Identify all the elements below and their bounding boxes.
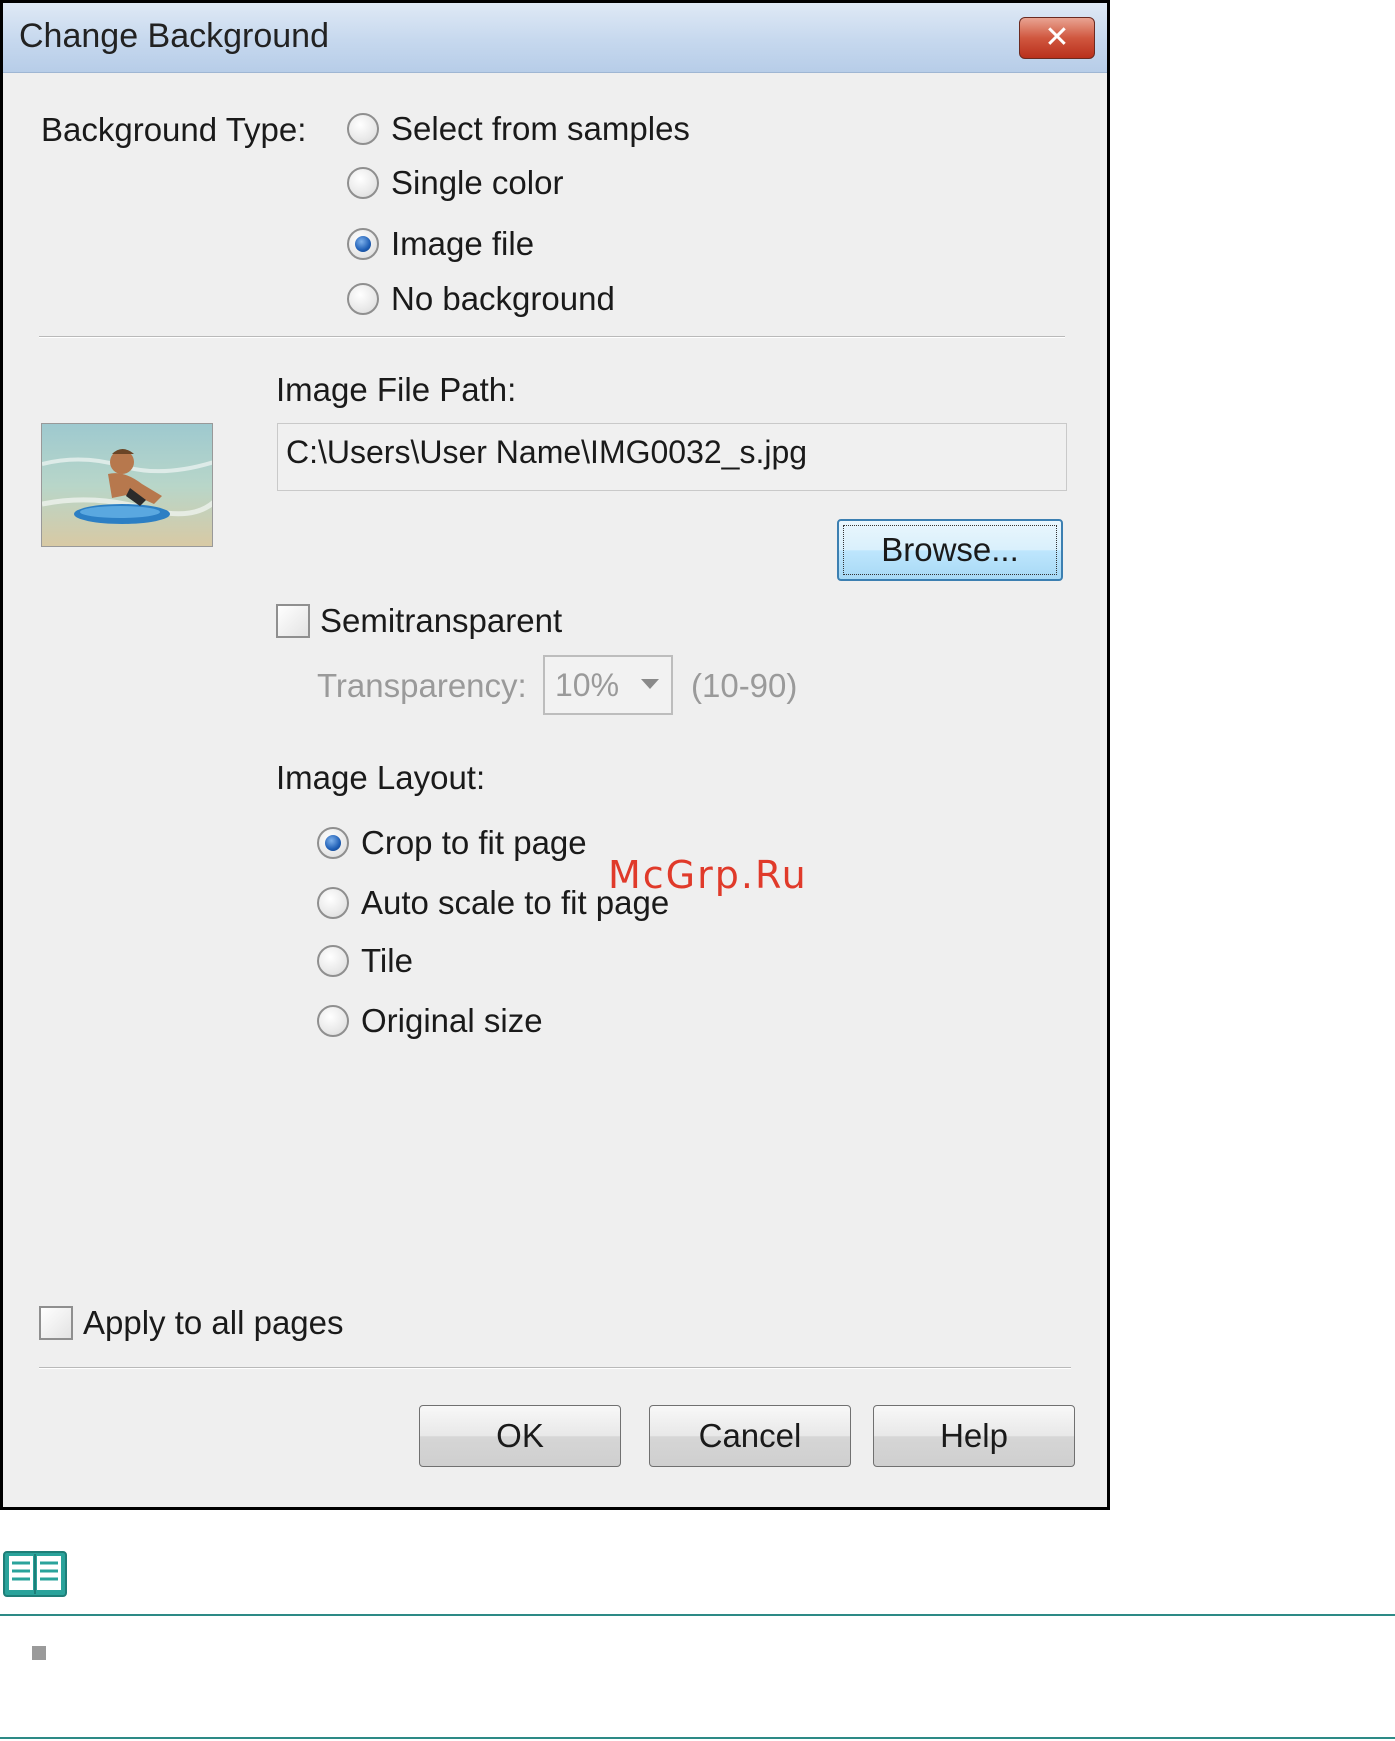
transparency-value: 10% <box>555 667 620 703</box>
radio-label: Select from samples <box>391 110 690 147</box>
radio-button[interactable] <box>347 113 379 145</box>
separator <box>39 336 1065 338</box>
semitransparent-checkbox-row[interactable]: Semitransparent <box>276 599 562 643</box>
image-file-path-label: Image File Path: <box>276 371 517 408</box>
radio-label: Tile <box>361 942 413 979</box>
transparency-range: (10-90) <box>691 667 798 704</box>
background-type-label: Background Type: <box>41 111 307 148</box>
radio-label: Original size <box>361 1002 543 1039</box>
background-thumbnail <box>41 423 213 547</box>
watermark-text: McGrp.Ru <box>608 853 808 897</box>
title-bar: Change Background ✕ <box>3 3 1107 73</box>
semitransparent-checkbox[interactable] <box>276 604 310 638</box>
radio-label: Single color <box>391 164 564 201</box>
transparency-label: Transparency: <box>317 667 527 704</box>
radio-select-from-samples[interactable]: Select from samples <box>347 107 690 151</box>
book-icon <box>2 1548 68 1605</box>
cancel-button[interactable]: Cancel <box>649 1405 851 1467</box>
semitransparent-label: Semitransparent <box>320 602 563 639</box>
change-background-dialog: Change Background ✕ Background Type: Sel… <box>0 0 1110 1510</box>
dialog-title: Change Background <box>19 17 330 55</box>
radio-button[interactable] <box>347 228 379 260</box>
image-file-path-input[interactable]: C:\Users\User Name\IMG0032_s.jpg <box>277 423 1067 491</box>
close-icon: ✕ <box>1044 20 1070 55</box>
image-layout-label: Image Layout: <box>276 759 486 796</box>
ok-button[interactable]: OK <box>419 1405 621 1467</box>
close-button[interactable]: ✕ <box>1019 17 1095 59</box>
radio-original-size[interactable]: Original size <box>317 999 543 1043</box>
radio-button[interactable] <box>347 167 379 199</box>
help-button-label: Help <box>940 1417 1008 1454</box>
apply-all-pages-checkbox[interactable] <box>39 1306 73 1340</box>
note-divider <box>0 1737 1395 1739</box>
radio-button[interactable] <box>347 283 379 315</box>
separator <box>39 1367 1071 1369</box>
radio-button[interactable] <box>317 827 349 859</box>
apply-all-pages-label: Apply to all pages <box>83 1304 344 1341</box>
cancel-button-label: Cancel <box>698 1417 802 1454</box>
browse-button[interactable]: Browse... <box>837 519 1063 581</box>
radio-single-color[interactable]: Single color <box>347 161 563 205</box>
apply-all-pages-row[interactable]: Apply to all pages <box>39 1301 344 1345</box>
radio-tile[interactable]: Tile <box>317 939 413 983</box>
chevron-down-icon <box>641 679 659 689</box>
radio-label: No background <box>391 280 615 317</box>
radio-no-background[interactable]: No background <box>347 277 615 321</box>
note-divider <box>0 1614 1395 1616</box>
radio-label: Crop to fit page <box>361 824 587 861</box>
radio-crop-to-fit[interactable]: Crop to fit page <box>317 821 587 865</box>
radio-button[interactable] <box>317 887 349 919</box>
radio-button[interactable] <box>317 1005 349 1037</box>
help-button[interactable]: Help <box>873 1405 1075 1467</box>
ok-button-label: OK <box>496 1417 544 1454</box>
transparency-dropdown[interactable]: 10% <box>543 655 673 715</box>
bullet-icon <box>32 1646 46 1660</box>
radio-label: Image file <box>391 225 535 262</box>
radio-button[interactable] <box>317 945 349 977</box>
radio-image-file[interactable]: Image file <box>347 222 534 266</box>
